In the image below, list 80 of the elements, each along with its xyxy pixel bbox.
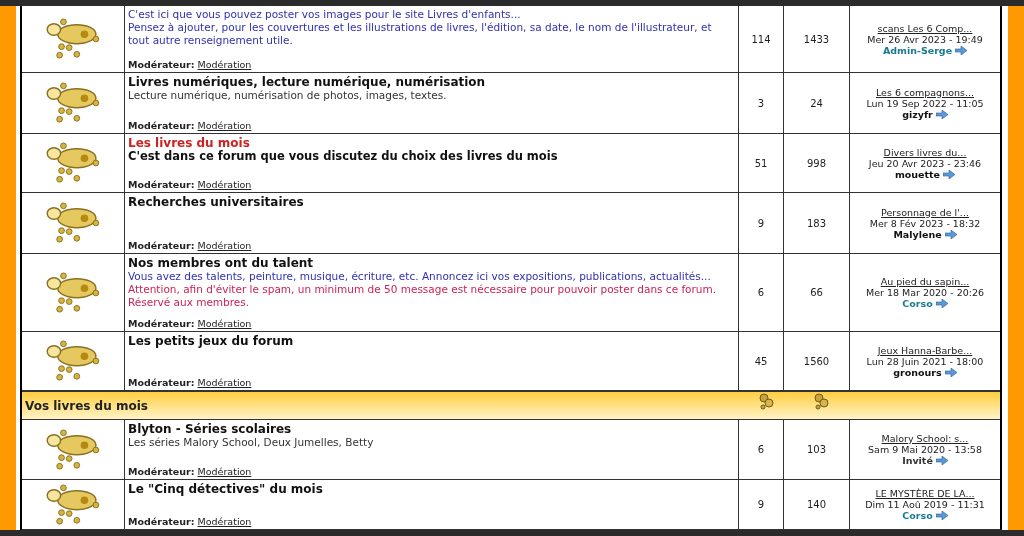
moderator-label: Modérateur: [128,240,195,251]
author-name[interactable]: Malylene [893,228,942,240]
category-title[interactable]: Vos livres du mois [22,398,744,413]
post-count: 66 [810,287,823,298]
post-count: 1433 [803,33,830,45]
forum-title[interactable]: Le "Cinq détectives" du mois [128,482,323,496]
author-name[interactable]: gronours [893,366,942,378]
moderator-label: Modérateur: [128,466,195,477]
forum-title[interactable]: Blyton - Séries scolaires [128,422,292,436]
forum-title[interactable]: Les livres du mois [128,136,250,150]
forum-description: Pensez à ajouter, pour les couvertures et les illustrations de livres, l'édition, sa date, le nom de l'illustrateur, et tout autre renseignement utile. [128,21,713,47]
forum-description: Les séries Malory School, Deux Jumelles, Betty [128,436,374,449]
moderator-label: Modérateur: [128,179,195,190]
post-count: 140 [806,499,827,510]
moderator-link[interactable]: Modération [197,179,252,190]
arrow-icon[interactable] [955,45,968,55]
topic-count: 9 [757,499,765,510]
forum-description: Attention, afin d'éviter le spam, un minimum de 50 message est nécessaire pour pouvoir poster dans ce forum. Réservé aux membres. [128,283,718,309]
moderator-link[interactable]: Modération [197,516,252,527]
post-count: 998 [806,157,827,169]
last-topic-link[interactable]: Au pied du sapin... [880,276,970,287]
topic-count: 114 [751,33,771,45]
last-topic-link[interactable]: scans Les 6 Comp... [877,22,973,34]
last-post-date: Sam 9 Mai 2020 - 13:58 [868,444,982,455]
forum-title[interactable]: Les petits jeux du forum [128,334,294,348]
last-post-date: Lun 19 Sep 2022 - 11:05 [866,97,984,109]
forum-title[interactable]: Recherches universitaires [128,195,304,209]
last-post-date: Mer 8 Fév 2023 - 18:32 [869,217,981,229]
arrow-icon[interactable] [944,229,957,239]
forum-title[interactable]: Livres numériques, lecture numérique, numérisation [128,75,486,89]
moderator-label: Modérateur: [128,516,195,527]
post-count: 103 [806,444,827,455]
arrow-icon[interactable] [944,367,957,377]
topic-count: 3 [757,97,765,109]
arrow-icon[interactable] [935,109,948,119]
author-name[interactable]: Corso [902,510,933,521]
author-name[interactable]: Invité [902,455,933,466]
last-post-date: Dim 11 Aoû 2019 - 11:31 [865,499,985,510]
last-topic-link[interactable]: Malory School: s... [881,433,969,444]
topic-count: 9 [757,217,765,229]
last-post-date: Lun 28 Juin 2021 - 18:00 [866,355,984,367]
last-topic-link[interactable]: Divers livres du... [883,146,967,158]
last-topic-link[interactable]: Jeux Hanna-Barbe... [877,344,973,356]
moderator-link[interactable]: Modération [197,59,252,70]
moderator-link[interactable]: Modération [197,240,252,251]
author-name[interactable]: gizyfr [902,108,933,120]
arrow-icon[interactable] [935,299,948,308]
moderator-label: Modérateur: [128,318,195,329]
arrow-icon[interactable] [935,456,948,465]
moderator-link[interactable]: Modération [197,318,252,329]
author-name[interactable]: Corso [902,298,933,309]
moderator-label: Modérateur: [128,59,195,70]
last-topic-link[interactable]: LE MYSTÈRE DE LA... [875,488,975,499]
moderator-link[interactable]: Modération [197,120,252,131]
author-name[interactable]: Admin-Serge [882,44,953,56]
arrow-icon[interactable] [943,169,956,179]
last-post-date: Mer 26 Avr 2023 - 19:49 [867,33,983,45]
forum-title[interactable]: Nos membres ont du talent [128,256,314,270]
moderator-label: Modérateur: [128,120,195,131]
moderator-link[interactable]: Modération [197,377,252,388]
forum-description: C'est ici que vous pouvez poster vos images pour le site Livres d'enfants... [128,8,521,21]
forum-subtitle: C'est dans ce forum que vous discutez du choix des livres du mois [128,150,558,163]
last-post-date: Jeu 20 Avr 2023 - 23:46 [868,157,982,169]
forum-description: Vous avez des talents, peinture, musique, écriture, etc. Annoncez ici vos expositions, publications, actualités... [128,270,711,283]
forum-description: Lecture numérique, numérisation de photos, images, textes. [128,89,447,102]
author-name[interactable]: mouette [894,168,941,180]
post-count: 1560 [803,355,830,367]
arrow-icon[interactable] [935,511,948,520]
last-topic-link[interactable]: Personnage de l'... [881,206,969,218]
post-count: 24 [810,97,823,109]
topic-count: 45 [754,355,768,367]
topic-count: 6 [757,287,765,298]
moderator-label: Modérateur: [128,377,195,388]
last-post-date: Mer 18 Mar 2020 - 20:26 [865,287,984,298]
post-count: 183 [806,217,827,229]
topic-count: 51 [754,157,768,169]
last-topic-link[interactable]: Les 6 compagnons... [875,86,974,98]
topic-count: 6 [757,444,765,455]
bubbles-icon [756,392,776,412]
moderator-link[interactable]: Modération [197,466,252,477]
